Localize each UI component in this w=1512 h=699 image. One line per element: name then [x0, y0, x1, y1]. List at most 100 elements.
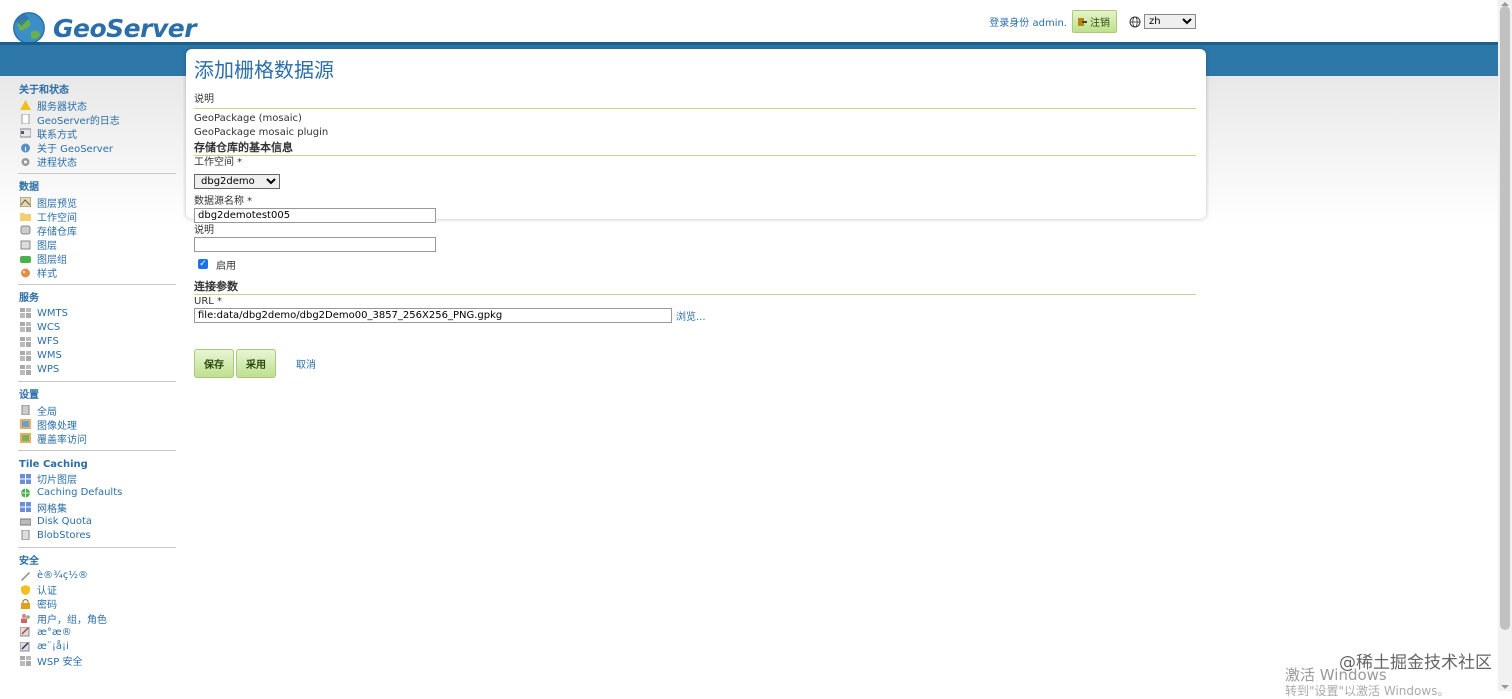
sidebar-item-wms[interactable]: WMS [0, 349, 180, 363]
logged-in-user: 登录身份 admin. [989, 18, 1067, 29]
url-label: URL * [194, 296, 223, 307]
sidebar-item-global[interactable]: 全局 [0, 403, 180, 418]
cancel-link[interactable]: 取消 [296, 356, 316, 371]
logout-button[interactable]: 注销 [1072, 10, 1117, 33]
sidebar-item-wps-security[interactable]: WSP 安全 [0, 654, 180, 668]
sidebar-item-passwords[interactable]: 密码 [0, 597, 180, 611]
sidebar-item-contact[interactable]: 联系方式 [0, 126, 180, 141]
document-icon [21, 114, 30, 125]
sidebar-item-label: WMTS [37, 307, 68, 319]
shield-icon [21, 584, 30, 595]
grid-icon [20, 473, 31, 484]
sidebar-item-wfs[interactable]: WFS [0, 334, 180, 348]
sidebar-item-data-security[interactable]: æ°æ® [0, 625, 180, 639]
sidebar-item-label: Disk Quota [37, 515, 93, 527]
enabled-checkbox[interactable]: ✓ [198, 259, 208, 269]
sidebar-item-label: WFS [37, 336, 59, 348]
sidebar-item-label: 图层预览 [37, 198, 77, 210]
sidebar-divider [18, 284, 176, 286]
header: GeoServer 登录身份 admin. 注销 zh [0, 0, 1498, 44]
service-icon [20, 336, 31, 347]
sidebar-item-label: 覆盖率访问 [37, 434, 87, 446]
sidebar-item-coverage-access[interactable]: 覆盖率访问 [0, 431, 180, 446]
sidebar-item-label: 用户，组，角色 [37, 614, 107, 626]
sidebar-item-stores[interactable]: 存储仓库 [0, 223, 180, 238]
source-type: GeoPackage (mosaic) [194, 113, 302, 124]
basic-info-heading: 存储仓库的基本信息 [194, 141, 293, 154]
wrench-icon [21, 571, 30, 581]
sidebar-item-about-geoserver[interactable]: 关于 GeoServer [0, 141, 180, 155]
sidebar-item-authentication[interactable]: 认证 [0, 583, 180, 597]
service-icon [20, 308, 31, 319]
database-icon [20, 225, 31, 235]
folder-icon [20, 213, 31, 222]
scroll-down-arrow-icon[interactable] [1501, 685, 1509, 689]
page-title: 添加栅格数据源 [194, 58, 334, 82]
sidebar-item-users-groups-roles[interactable]: 用户，组，角色 [0, 611, 180, 626]
sidebar-item-image-processing[interactable]: 图像处理 [0, 417, 180, 432]
users-icon [21, 613, 30, 624]
description-input[interactable] [194, 237, 436, 252]
warning-icon [20, 100, 31, 111]
sidebar-item-label: 图层 [37, 241, 57, 253]
sidebar-item-label: è®¾ç½® [37, 570, 89, 582]
sidebar-item-label: WSP 安全 [37, 657, 83, 669]
sidebar-item-label: WMS [37, 350, 62, 362]
sidebar-item-label: 网格集 [37, 503, 67, 515]
language-select[interactable]: zh [1144, 14, 1196, 29]
grid-icon [20, 502, 31, 513]
blobstore-icon [21, 530, 30, 541]
url-input[interactable] [194, 308, 672, 323]
datasource-name-label: 数据源名称 * [194, 196, 253, 207]
page-description-label: 说明 [194, 94, 214, 105]
vertical-scrollbar[interactable] [1498, 0, 1512, 691]
sidebar-item-layer-groups[interactable]: 图层组 [0, 252, 180, 266]
sidebar-item-caching-defaults[interactable]: Caching Defaults [0, 486, 180, 500]
workspace-select[interactable]: dbg2demo [194, 174, 280, 189]
sidebar-item-layer-preview[interactable]: 图层预览 [0, 195, 180, 210]
language-selector: zh [1129, 14, 1196, 29]
sidebar-item-service-security[interactable]: æ¨¡å¡i [0, 639, 180, 653]
sidebar-item-wmts[interactable]: WMTS [0, 306, 180, 320]
service-icon [20, 322, 31, 333]
sidebar-item-security-settings[interactable]: è®¾ç½® [0, 569, 180, 583]
user-box: 登录身份 admin. 注销 zh [989, 10, 1196, 33]
sidebar-item-label: 存储仓库 [37, 226, 77, 238]
info-icon [21, 143, 30, 153]
sidebar-item-label: 服务器状态 [37, 101, 87, 113]
apply-button[interactable]: 采用 [236, 349, 276, 378]
sidebar-item-label: 联系方式 [37, 129, 77, 141]
form-actions: 保存 采用 取消 [194, 349, 1196, 378]
save-button[interactable]: 保存 [194, 349, 234, 378]
datasource-name-input[interactable] [194, 208, 436, 223]
sidebar-section-services: 服务 [19, 293, 39, 305]
sidebar-item-wps[interactable]: WPS [0, 363, 180, 377]
enabled-label: 启用 [216, 260, 236, 272]
sidebar-item-server-status[interactable]: 服务器状态 [0, 98, 180, 113]
sidebar-item-workspaces[interactable]: 工作空间 [0, 209, 180, 224]
sidebar-item-label: 切片图层 [37, 475, 77, 487]
layer-icon [20, 240, 31, 250]
sidebar-item-label: æ°æ® [37, 626, 72, 638]
sidebar-item-layers[interactable]: 图层 [0, 238, 180, 252]
map-preview-icon [20, 197, 31, 208]
sidebar-item-blobstores[interactable]: BlobStores [0, 528, 180, 542]
service-icon [20, 350, 31, 361]
sidebar-item-gridsets[interactable]: 网格集 [0, 500, 180, 515]
sidebar-item-label: 认证 [37, 586, 57, 598]
sidebar-item-styles[interactable]: 样式 [0, 266, 180, 280]
server-icon [21, 405, 30, 416]
sidebar-item-process-status[interactable]: 进程状态 [0, 155, 180, 169]
sidebar-divider [18, 449, 176, 451]
sidebar-item-label: 全局 [37, 406, 57, 418]
sidebar-item-wcs[interactable]: WCS [0, 320, 180, 334]
sidebar-item-label: 进程状态 [37, 158, 77, 170]
service-rule-icon [20, 641, 30, 652]
sidebar-divider [18, 172, 176, 174]
sidebar-item-geoserver-log[interactable]: GeoServer的日志 [0, 112, 180, 127]
description-field-label: 说明 [194, 225, 214, 236]
sidebar-item-disk-quota[interactable]: Disk Quota [0, 514, 180, 528]
browse-link[interactable]: 浏览... [676, 308, 706, 323]
sidebar-item-tile-layers[interactable]: 切片图层 [0, 472, 180, 486]
scrollbar-thumb[interactable] [1500, 6, 1510, 630]
